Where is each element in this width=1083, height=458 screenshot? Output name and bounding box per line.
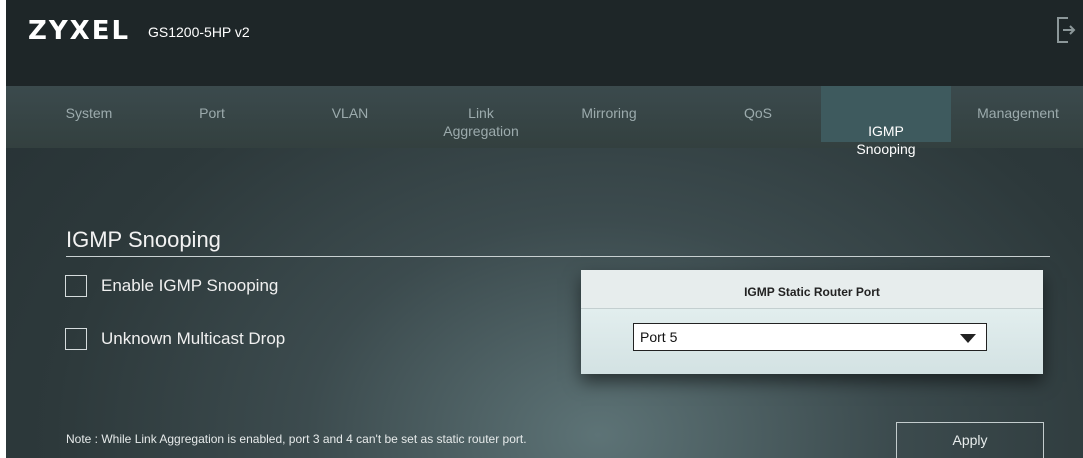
tab-label: Management <box>977 105 1059 121</box>
static-router-port-panel: IGMP Static Router Port Port 5 <box>581 270 1043 374</box>
tab-label: System <box>65 105 113 121</box>
tab-port[interactable]: Port <box>192 104 232 122</box>
enable-igmp-snooping-option[interactable]: Enable IGMP Snooping <box>65 275 278 297</box>
chevron-down-icon <box>960 334 976 343</box>
tab-link-aggregation[interactable]: Link Aggregation <box>436 104 526 140</box>
logout-icon[interactable] <box>1056 16 1076 44</box>
tab-label: Mirroring <box>581 105 637 121</box>
enable-igmp-snooping-checkbox[interactable] <box>65 275 87 297</box>
tab-system[interactable]: System <box>64 104 114 122</box>
brand-logo: ZYXEL <box>28 16 131 46</box>
title-divider <box>66 256 1050 257</box>
tab-management[interactable]: Management <box>968 104 1068 122</box>
unknown-multicast-drop-label: Unknown Multicast Drop <box>101 329 286 348</box>
router-port-select[interactable]: Port 5 <box>633 323 987 351</box>
page-title: IGMP Snooping <box>66 227 221 252</box>
router-port-selected-value: Port 5 <box>640 329 678 345</box>
screenshot-frame: ZYXEL GS1200-5HP v2 System Port VLAN Lin… <box>0 0 1083 458</box>
tab-label: Port <box>199 105 225 121</box>
tab-label: VLAN <box>331 105 369 121</box>
model-name: GS1200-5HP v2 <box>148 24 250 40</box>
tab-igmp-snooping[interactable]: IGMP Snooping <box>821 86 951 157</box>
tab-label: QoS <box>743 105 772 121</box>
enable-igmp-snooping-label: Enable IGMP Snooping <box>101 276 279 295</box>
tab-mirroring[interactable]: Mirroring <box>574 104 644 122</box>
app-window: ZYXEL GS1200-5HP v2 System Port VLAN Lin… <box>6 0 1083 458</box>
main-nav: System Port VLAN Link Aggregation Mirror… <box>6 86 1083 157</box>
unknown-multicast-drop-checkbox[interactable] <box>65 328 87 350</box>
header-bar: ZYXEL GS1200-5HP v2 <box>6 0 1083 86</box>
tab-label: Link Aggregation <box>443 105 519 139</box>
unknown-multicast-drop-option[interactable]: Unknown Multicast Drop <box>65 328 285 350</box>
link-aggregation-note: Note : While Link Aggregation is enabled… <box>66 432 527 446</box>
tab-label: IGMP Snooping <box>856 123 916 157</box>
tab-qos[interactable]: QoS <box>738 104 778 122</box>
static-router-port-header: IGMP Static Router Port <box>581 270 1043 309</box>
tab-vlan[interactable]: VLAN <box>328 104 372 122</box>
apply-button[interactable]: Apply <box>896 422 1044 458</box>
static-router-port-body: Port 5 <box>581 309 1043 374</box>
logout-icon-graphic <box>1057 17 1076 43</box>
